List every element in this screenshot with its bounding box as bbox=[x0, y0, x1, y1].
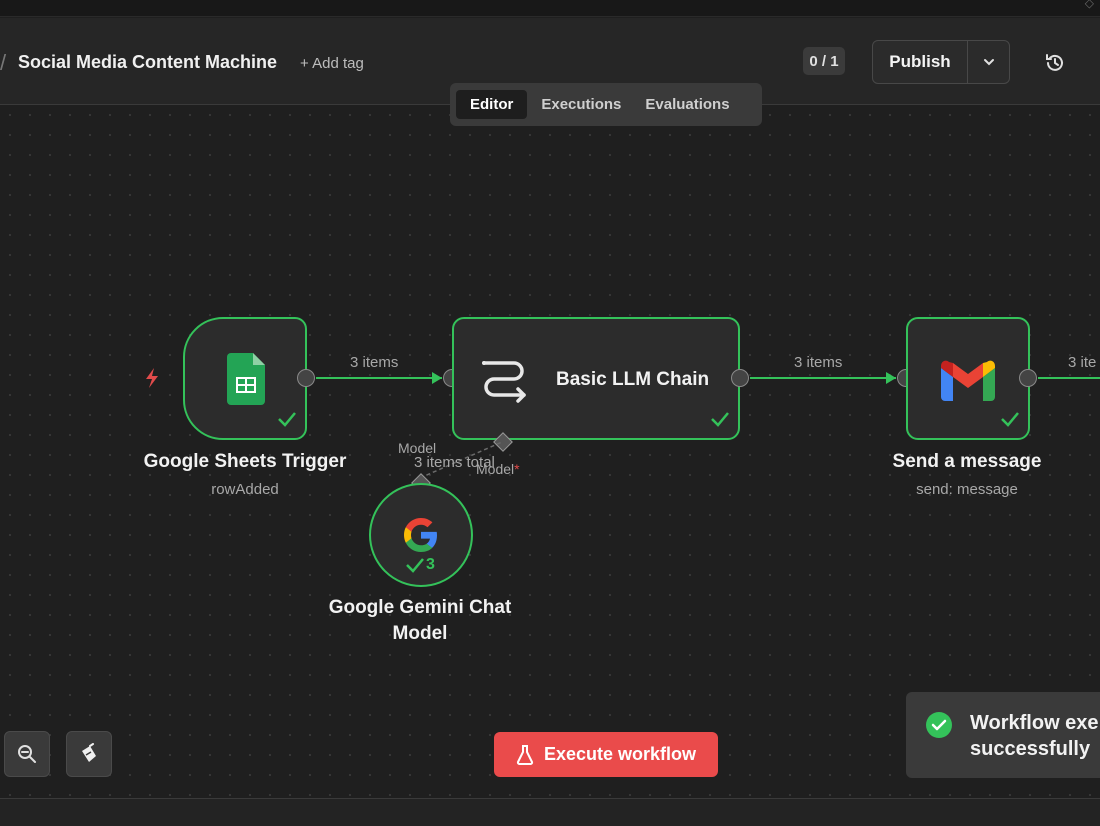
model-items-total: 3 items total bbox=[414, 454, 495, 471]
success-toast[interactable]: Workflow exe successfully bbox=[906, 692, 1100, 778]
history-icon[interactable] bbox=[1043, 51, 1067, 75]
breadcrumb-separator: / bbox=[0, 50, 7, 75]
execute-workflow-label: Execute workflow bbox=[543, 744, 697, 764]
llm-chain-icon bbox=[482, 361, 526, 403]
node-title-line1: Google Gemini Chat bbox=[328, 597, 512, 618]
active-counter-badge: 0 / 1 bbox=[803, 47, 845, 75]
execute-workflow-button[interactable]: Execute workflow bbox=[494, 732, 718, 777]
bottom-bar bbox=[0, 798, 1100, 826]
success-check-icon bbox=[1001, 412, 1019, 427]
top-strip: ◇ bbox=[0, 0, 1100, 17]
gmail-icon bbox=[941, 360, 995, 401]
node-google-sheets-trigger[interactable] bbox=[183, 317, 307, 440]
output-port[interactable] bbox=[1019, 369, 1037, 387]
node-send-a-message[interactable] bbox=[906, 317, 1030, 440]
toast-line2: successfully bbox=[970, 738, 1091, 760]
corner-mark-icon: ◇ bbox=[1084, 0, 1094, 10]
zoom-out-button[interactable] bbox=[4, 731, 50, 777]
google-g-icon bbox=[404, 518, 437, 552]
edge-item-count: 3 ite bbox=[1068, 354, 1097, 371]
zoom-out-icon bbox=[18, 745, 36, 763]
flask-icon bbox=[516, 744, 534, 765]
trigger-bolt-icon bbox=[146, 368, 158, 388]
run-count: 3 bbox=[426, 556, 435, 573]
output-port[interactable] bbox=[731, 369, 749, 387]
node-subtitle: send: message bbox=[916, 481, 1018, 498]
success-check-icon bbox=[711, 412, 729, 427]
workflow-name[interactable]: Social Media Content Machine bbox=[18, 52, 277, 73]
node-title: Send a message bbox=[892, 451, 1042, 472]
node-title: Google Sheets Trigger bbox=[143, 451, 347, 472]
publish-split-button: Publish bbox=[872, 40, 1010, 84]
success-check-icon bbox=[278, 412, 296, 427]
success-check-icon bbox=[406, 558, 424, 573]
publish-dropdown-button[interactable] bbox=[968, 41, 1009, 83]
broom-icon bbox=[82, 743, 96, 762]
edge-item-count: 3 items bbox=[350, 354, 399, 371]
publish-button[interactable]: Publish bbox=[873, 41, 968, 83]
tab-evaluations[interactable]: Evaluations bbox=[635, 90, 739, 119]
node-subtitle: rowAdded bbox=[211, 481, 279, 498]
node-title: Google Gemini Chat Model bbox=[300, 595, 540, 647]
toast-line1: Workflow exe bbox=[970, 712, 1099, 734]
chevron-down-icon bbox=[983, 59, 994, 66]
tidy-up-button[interactable] bbox=[66, 731, 112, 777]
node-title: Basic LLM Chain bbox=[556, 369, 710, 390]
tab-executions[interactable]: Executions bbox=[531, 90, 631, 119]
edge-item-count: 3 items bbox=[794, 354, 843, 371]
output-port[interactable] bbox=[297, 369, 315, 387]
tab-editor[interactable]: Editor bbox=[456, 90, 528, 119]
view-tabs: Editor Executions Evaluations bbox=[450, 83, 762, 126]
node-basic-llm-chain[interactable]: Basic LLM Chain bbox=[452, 317, 740, 440]
google-sheets-icon bbox=[227, 353, 265, 405]
node-google-gemini-chat-model[interactable]: 3 bbox=[369, 483, 473, 587]
success-circle-check-icon bbox=[926, 712, 952, 738]
toast-message: Workflow exe successfully bbox=[970, 710, 1099, 762]
add-tag-button[interactable]: + Add tag bbox=[300, 55, 364, 72]
node-title-line2: Model bbox=[392, 623, 448, 644]
